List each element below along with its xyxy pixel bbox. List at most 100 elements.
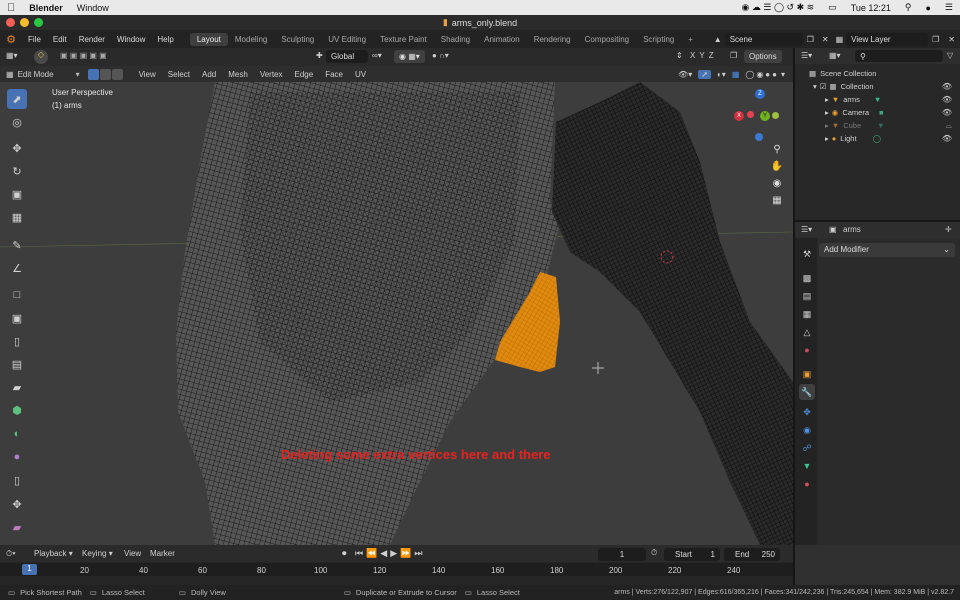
mode-selector[interactable]: Edit Mode [18, 70, 70, 79]
remove-view-layer-icon[interactable]: ✕ [948, 35, 955, 44]
smooth-tool-icon[interactable]: ● [7, 447, 27, 467]
inset-tool-icon[interactable]: ▣ [7, 308, 27, 328]
timeline-menu-view[interactable]: View [124, 549, 141, 558]
shrink-fatten-tool-icon[interactable]: ✥ [7, 494, 27, 514]
edge-select-mode[interactable] [99, 68, 111, 80]
spotlight-search-icon[interactable]: ⚲ [898, 2, 919, 13]
collection-visibility-eye-icon[interactable]: 👁 [942, 82, 952, 91]
face-select-mode[interactable] [111, 68, 123, 80]
output-properties-tab-icon[interactable]: ▤ [799, 288, 815, 304]
transform-orientation-icon[interactable]: ✚ [316, 51, 323, 60]
control-center-icon[interactable]: ☰ [938, 2, 960, 13]
edge-slide-tool-icon[interactable]: ▯ [7, 470, 27, 490]
tool-settings-icon[interactable]: ◇ [34, 50, 48, 64]
shading-dropdown-icon[interactable]: ▾ [781, 70, 785, 79]
mirror-z-toggle[interactable]: Z [709, 51, 718, 60]
timeline-menu-playback[interactable]: Playback ▾ [34, 549, 73, 558]
apple-menu-icon[interactable]:  [0, 2, 22, 14]
tool-properties-tab-icon[interactable]: ⚒ [799, 246, 815, 262]
tab-rendering[interactable]: Rendering [527, 33, 578, 46]
camera-data-icon[interactable]: ■ [879, 108, 884, 117]
tab-scripting[interactable]: Scripting [636, 33, 681, 46]
object-properties-tab-icon[interactable]: ▣ [799, 366, 815, 382]
scale-tool-icon[interactable]: ▣ [7, 184, 27, 204]
gizmo-z-axis[interactable]: Z [755, 89, 765, 99]
pivot-point-icon[interactable]: ∞▾ [372, 51, 382, 60]
bevel-tool-icon[interactable]: ▯ [7, 331, 27, 351]
snap-toggle[interactable]: ◉ ▦▾ [394, 50, 425, 63]
editor-type-icon[interactable]: ▦▾ [6, 51, 18, 60]
tab-sculpting[interactable]: Sculpting [274, 33, 321, 46]
tab-modeling[interactable]: Modeling [228, 33, 274, 46]
menubar-status-icons[interactable]: ◉ ☁ ☰ ◯ ↺ ✱ ≋ [735, 2, 822, 13]
mirror-y-toggle[interactable]: Y [699, 51, 708, 60]
mirror-icon[interactable]: ⇕ [676, 51, 683, 60]
display-mode-icon[interactable]: ▦▾ [829, 51, 841, 60]
tab-animation[interactable]: Animation [477, 33, 527, 46]
expand-icon[interactable]: ▸ [825, 108, 829, 117]
transform-tool-icon[interactable]: ▦ [7, 207, 27, 227]
particles-tab-icon[interactable]: ✥ [799, 404, 815, 420]
camera-visibility-eye-icon[interactable]: 👁 [942, 108, 952, 117]
close-window-button[interactable] [6, 18, 15, 27]
object-data-tab-icon[interactable]: ▼ [799, 458, 815, 474]
window-menu[interactable]: Window [70, 3, 116, 13]
clock[interactable]: Tue 12:21 [844, 3, 898, 13]
cube-hidden-icon[interactable]: ⌓ [946, 121, 952, 131]
copy-view-layer-icon[interactable]: ❐ [932, 35, 939, 44]
world-properties-tab-icon[interactable]: ● [799, 342, 815, 358]
scene-selector[interactable]: Scene [724, 32, 803, 46]
mesh-data-icon[interactable]: ▼ [874, 95, 881, 104]
timeline-menu-keying[interactable]: Keying ▾ [82, 549, 113, 558]
menu-help[interactable]: Help [151, 35, 179, 44]
expand-icon[interactable]: ▾ [813, 82, 817, 91]
remove-scene-icon[interactable]: ✕ [822, 35, 829, 44]
xray-toggle-icon[interactable]: ▦ [732, 70, 740, 79]
gizmo-y-axis[interactable]: Y [760, 111, 770, 121]
copy-scene-icon[interactable]: ❐ [807, 35, 814, 44]
shear-tool-icon[interactable]: ▰ [7, 517, 27, 537]
expand-icon[interactable]: ▸ [825, 134, 829, 143]
ortho-grid-icon[interactable]: ▦ [772, 195, 781, 206]
expand-icon[interactable]: ▸ [825, 121, 829, 130]
menu-edit[interactable]: Edit [47, 35, 73, 44]
mirror-axes[interactable]: XYZ [690, 51, 718, 60]
playback-controls[interactable]: ⏺ ⏮⏪◀▶⏩⏭ [342, 548, 425, 559]
gizmo-toggle-icon[interactable]: ➚ [698, 69, 711, 79]
transform-orientation-dropdown[interactable]: Global [326, 50, 368, 63]
view-layer-tab-icon[interactable]: ▦ [799, 306, 815, 322]
battery-icon[interactable]: ▭ [821, 2, 844, 13]
current-frame-field[interactable]: 1 [598, 548, 646, 561]
gizmo-neg-x[interactable] [772, 112, 779, 119]
outliner-collection[interactable]: ▾ ☑ ▦ Collection 👁 [795, 80, 960, 93]
light-data-icon[interactable]: ◯ [873, 134, 881, 143]
timeline-menu-marker[interactable]: Marker [150, 549, 175, 558]
menu-mesh[interactable]: Mesh [222, 70, 254, 79]
menu-window[interactable]: Window [111, 35, 151, 44]
camera-view-icon[interactable]: ◉ [773, 178, 782, 189]
filter-icon[interactable]: ▽ [947, 51, 953, 60]
select-box-tool-icon[interactable]: ⬈ [7, 89, 27, 109]
poly-build-tool-icon[interactable]: ⬢ [7, 400, 27, 420]
preview-range-icon[interactable]: ⏱ [651, 548, 657, 558]
outliner-editor-type-icon[interactable]: ☰▾ [801, 51, 812, 60]
tab-texture-paint[interactable]: Texture Paint [373, 33, 434, 46]
modifier-properties-tab-icon[interactable]: 🔧 [799, 384, 815, 400]
gizmo-neg-z[interactable] [755, 133, 763, 141]
outliner-item-arms[interactable]: ▸ ▼ arms ▼ 👁 [795, 93, 960, 106]
arms-visibility-eye-icon[interactable]: 👁 [942, 95, 952, 104]
overlays-icon[interactable]: ◐▾ [717, 70, 726, 79]
outliner-item-cube[interactable]: ▸ ▼ Cube ▼ ⌓ [795, 119, 960, 132]
menu-select[interactable]: Select [162, 70, 196, 79]
expand-icon[interactable]: ▸ [825, 95, 829, 104]
mirror-x-toggle[interactable]: X [690, 51, 699, 60]
menu-view[interactable]: View [133, 70, 162, 79]
light-visibility-eye-icon[interactable]: 👁 [942, 134, 952, 143]
mode-dropdown-icon[interactable]: ▾ [76, 70, 80, 79]
render-properties-tab-icon[interactable]: ▩ [799, 270, 815, 286]
scene-properties-tab-icon[interactable]: △ [799, 324, 815, 340]
3d-viewport[interactable]: User Perspective (1) arms Deleting some … [0, 82, 793, 545]
shading-mode-icons[interactable]: ◯◉●● [745, 70, 779, 79]
minimize-window-button[interactable] [20, 18, 29, 27]
menu-file[interactable]: File [22, 35, 47, 44]
